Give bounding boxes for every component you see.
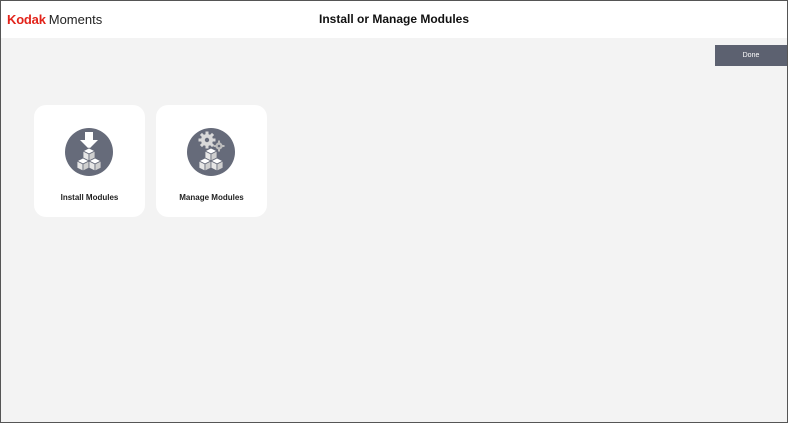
app-window: Kodak Moments Install or Manage Modules D…: [0, 0, 788, 423]
header-bar: Kodak Moments Install or Manage Modules: [1, 1, 787, 38]
done-button[interactable]: Done: [715, 45, 787, 66]
install-modules-tile[interactable]: Install Modules: [34, 105, 145, 217]
install-modules-label: Install Modules: [60, 193, 119, 202]
manage-modules-icon: [187, 128, 235, 176]
install-modules-icon: [65, 128, 113, 176]
manage-modules-tile[interactable]: Manage Modules: [156, 105, 267, 217]
page-title: Install or Manage Modules: [318, 12, 470, 26]
manage-modules-label: Manage Modules: [179, 193, 244, 202]
